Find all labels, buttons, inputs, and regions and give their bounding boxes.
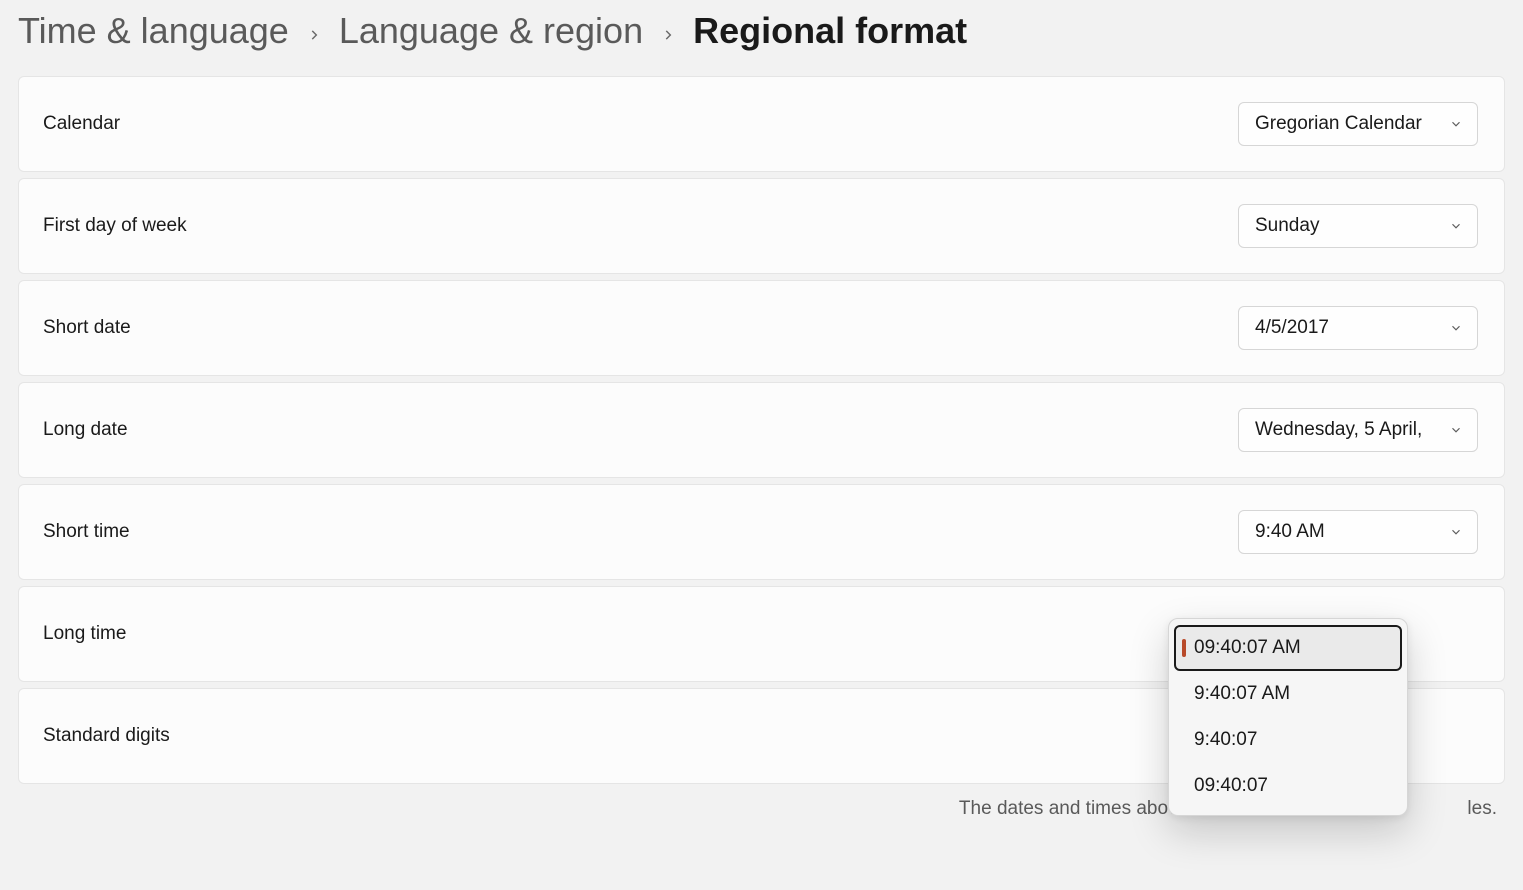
row-label-calendar: Calendar (43, 113, 120, 135)
chevron-down-icon (1449, 525, 1463, 539)
row-long-date: Long date Wednesday, 5 April, (18, 382, 1505, 478)
row-label-long-time: Long time (43, 623, 126, 645)
row-label-long-date: Long date (43, 419, 128, 441)
chevron-down-icon (1449, 423, 1463, 437)
chevron-down-icon (1449, 117, 1463, 131)
row-label-short-time: Short time (43, 521, 130, 543)
breadcrumb-language-region[interactable]: Language & region (339, 10, 643, 52)
dropdown-first-day[interactable]: Sunday (1238, 204, 1478, 248)
dropdown-short-date[interactable]: 4/5/2017 (1238, 306, 1478, 350)
breadcrumb-time-language[interactable]: Time & language (18, 10, 289, 52)
dropdown-long-date[interactable]: Wednesday, 5 April, (1238, 408, 1478, 452)
row-short-date: Short date 4/5/2017 (18, 280, 1505, 376)
popup-item[interactable]: 9:40:07 (1174, 717, 1402, 763)
dropdown-value: 9:40 AM (1255, 521, 1325, 543)
footer-text-right: les. (1467, 798, 1497, 819)
chevron-right-icon (661, 17, 675, 49)
popup-item[interactable]: 9:40:07 AM (1174, 671, 1402, 717)
dropdown-value: Wednesday, 5 April, (1255, 419, 1422, 441)
row-short-time: Short time 9:40 AM (18, 484, 1505, 580)
chevron-down-icon (1449, 219, 1463, 233)
row-calendar: Calendar Gregorian Calendar (18, 76, 1505, 172)
dropdown-short-time[interactable]: 9:40 AM (1238, 510, 1478, 554)
row-label-short-date: Short date (43, 317, 131, 339)
popup-item-selected[interactable]: 09:40:07 AM (1174, 625, 1402, 671)
breadcrumb: Time & language Language & region Region… (0, 0, 1523, 76)
dropdown-popup-long-time: 09:40:07 AM 9:40:07 AM 9:40:07 09:40:07 (1168, 618, 1408, 816)
row-label-first-day: First day of week (43, 215, 187, 237)
row-first-day: First day of week Sunday (18, 178, 1505, 274)
chevron-down-icon (1449, 321, 1463, 335)
row-label-standard-digits: Standard digits (43, 725, 170, 747)
popup-item[interactable]: 09:40:07 (1174, 763, 1402, 809)
dropdown-value: 4/5/2017 (1255, 317, 1329, 339)
dropdown-value: Gregorian Calendar (1255, 113, 1422, 135)
breadcrumb-current: Regional format (693, 10, 967, 52)
dropdown-value: Sunday (1255, 215, 1319, 237)
dropdown-calendar[interactable]: Gregorian Calendar (1238, 102, 1478, 146)
chevron-right-icon (307, 17, 321, 49)
